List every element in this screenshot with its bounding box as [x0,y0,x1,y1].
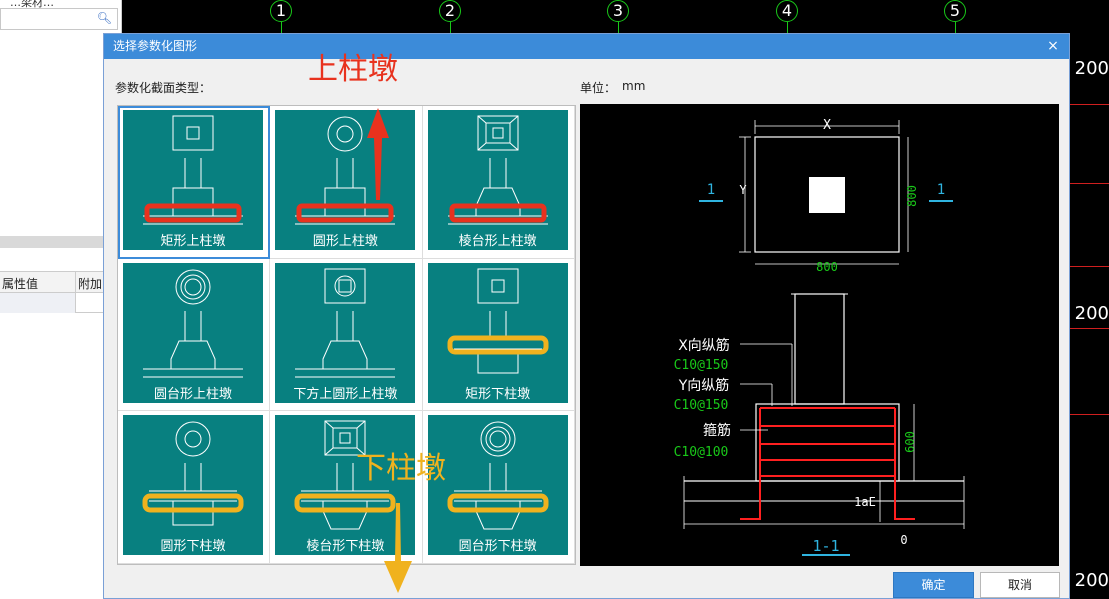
shape-tile-label: 矩形上柱墩 [160,234,226,249]
dim-y-label: Y [739,183,747,197]
axis-bubble: 2 [439,0,461,22]
section-mark-left: 1 [707,182,715,198]
column-header-value[interactable]: 属性值 [0,272,76,292]
shape-tile-image: 矩形上柱墩 [123,110,263,250]
dialog-title: 选择参数化图形 [104,34,1069,59]
unit-label: 单位： [580,81,617,95]
shape-tile-circle-top[interactable]: 圆形上柱墩 [270,106,423,259]
anchor-length-label: 1aE [854,495,876,509]
shape-tile-image: 下方上圆形上柱墩 [275,262,416,403]
stirrup-label: 箍筋 [703,422,731,439]
shape-tile-square-circle-top[interactable]: 下方上圆形上柱墩 [270,258,423,412]
shape-tile-rect-bottom[interactable]: 矩形下柱墩 [422,258,575,412]
shape-tile-label: 圆台形下柱墩 [458,539,537,555]
close-button[interactable]: × [1045,34,1061,59]
shape-tile-image: 矩形下柱墩 [427,262,568,403]
shape-preview: X Y 800 800 1 1 X向纵筋 C10@150 Y向纵筋 C10@15… [580,104,1059,566]
cancel-button[interactable]: 取消 [980,572,1060,598]
cad-dimension-label: 200 [1074,58,1109,79]
pier-icon [447,421,549,530]
shape-tile-image: 棱台形上柱墩 [427,110,568,250]
cad-grid-line [1070,266,1109,267]
cad-grid-line [1070,183,1109,184]
x-rebar-label: X向纵筋 [678,337,730,354]
pier-icon [295,116,396,225]
cad-grid-line [1070,328,1109,329]
yellow-arrow-icon [384,503,412,593]
y-rebar-value: C10@150 [674,398,729,413]
preview-drawing: X Y 800 800 1 1 X向纵筋 C10@150 Y向纵筋 C10@15… [674,118,965,556]
shape-tile-label: 矩形下柱墩 [465,386,531,402]
axis-bubble: 3 [607,0,629,22]
panel-search-input[interactable]: 🔍︎ [0,8,118,30]
dim-600-label: 600 [903,431,917,453]
cover-label: 0 [900,533,907,547]
shape-tile-label: 棱台形上柱墩 [458,234,537,249]
dim-800-vertical: 800 [905,185,919,207]
shape-tile-grid: 矩形上柱墩 圆形上柱墩 棱台形上柱墩圆台形上柱墩 下方上圆形上柱墩 矩形下柱墩圆形下柱墩… [117,105,576,565]
shape-tile-image: 圆台形下柱墩 [427,415,568,556]
axis-bubble: 5 [944,0,966,22]
cad-grid-line [1070,104,1109,105]
shape-tile-rect-top[interactable]: 矩形上柱墩 [118,106,271,259]
dim-x-label: X [823,118,831,133]
pier-icon [295,268,396,378]
annotation-bottom-pier: 下柱墩 [356,451,446,486]
shape-tile-image: 圆形下柱墩 [123,415,263,556]
axis-bubble: 4 [776,0,798,22]
shape-tile-cone-top[interactable]: 圆台形上柱墩 [118,258,271,412]
shape-tile-label: 圆形下柱墩 [160,539,226,555]
unit-value: mm [622,79,646,93]
shape-tile-cone-bottom[interactable]: 圆台形下柱墩 [422,411,575,564]
shape-tile-label: 圆台形上柱墩 [153,386,232,402]
pier-icon [143,115,243,225]
pier-icon [142,421,244,526]
search-icon[interactable]: 🔍︎ [97,11,112,25]
red-arrow-icon [367,108,389,200]
cad-grid-line [1070,414,1109,415]
shape-tile-image: 圆台形上柱墩 [123,262,263,403]
select-parametric-shape-dialog: 选择参数化图形 × 参数化截面类型： 单位： mm 矩形上柱墩 圆形上柱墩 棱台形上… [103,33,1070,599]
cad-dimension-label: 200 [1074,303,1109,324]
shape-tile-label: 圆形上柱墩 [312,234,378,249]
x-rebar-value: C10@150 [674,358,729,373]
shape-tile-label: 下方上圆形上柱墩 [293,386,398,402]
stirrup-value: C10@100 [674,445,729,460]
section-mark-right: 1 [937,182,945,198]
pier-icon [143,269,243,378]
section-title: 1-1 [812,537,839,555]
shape-tile-frustum-top[interactable]: 棱台形上柱墩 [422,106,575,259]
dim-800-horizontal: 800 [816,260,838,274]
section-type-label: 参数化截面类型： [115,81,212,95]
shape-tile-image: 圆形上柱墩 [275,110,416,250]
pier-icon [447,268,549,374]
pier-icon [447,115,548,225]
annotation-top-pier: 上柱墩 [308,52,398,87]
axis-bubble: 1 [270,0,292,22]
shape-tile-circle-bottom[interactable]: 圆形下柱墩 [118,411,271,564]
cad-dimension-label: 200 [1074,570,1109,591]
ok-button[interactable]: 确定 [893,572,974,598]
y-rebar-label: Y向纵筋 [678,377,730,394]
